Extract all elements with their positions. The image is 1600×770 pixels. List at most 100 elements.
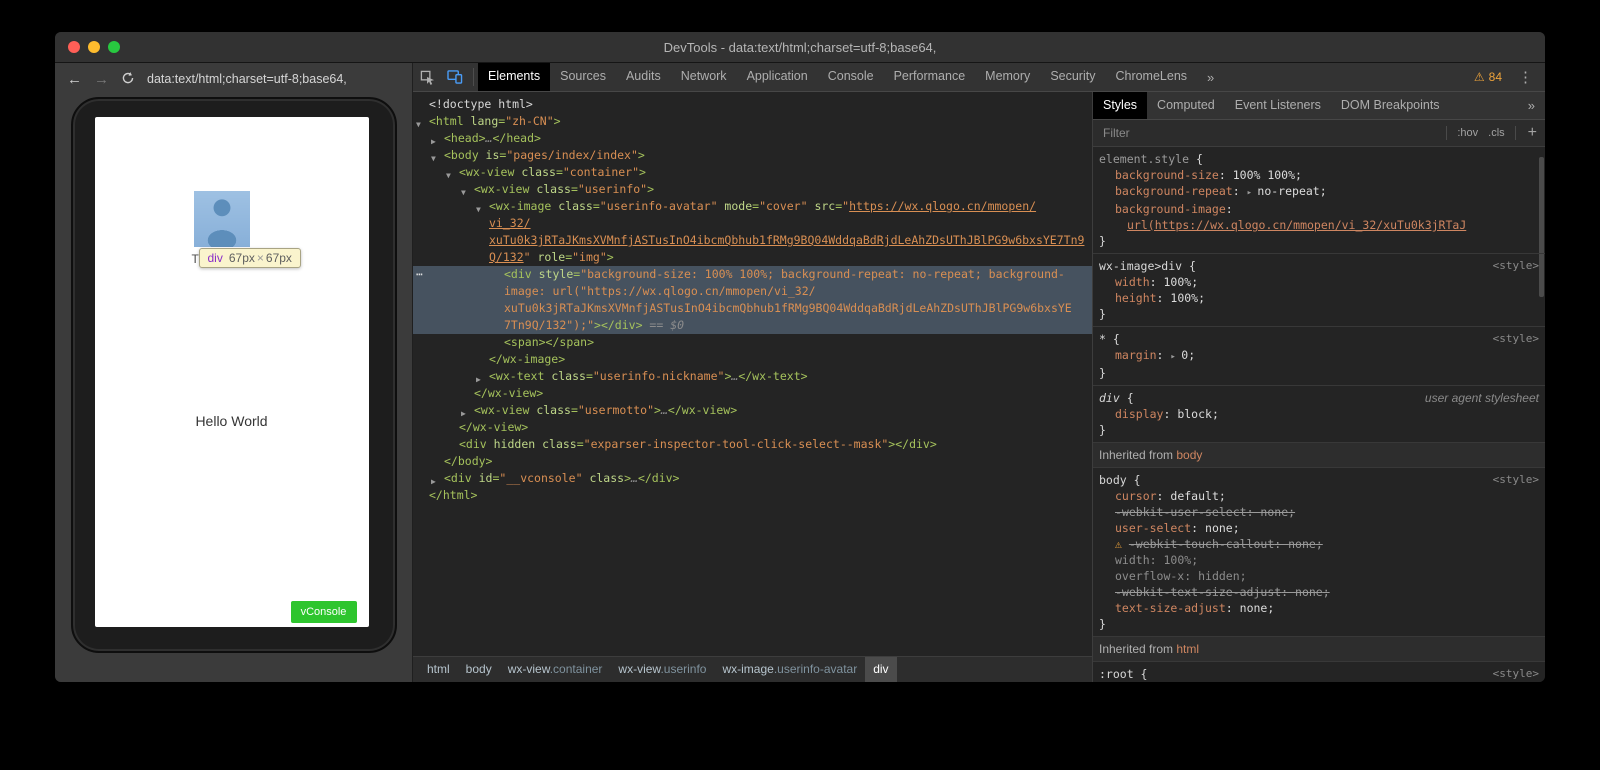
code-token: class (551, 199, 593, 213)
panel-tab-memory[interactable]: Memory (975, 63, 1040, 91)
code-token: > (607, 250, 614, 264)
tree-line[interactable]: <!doctype html> (413, 96, 1092, 113)
back-icon[interactable]: ← (67, 72, 82, 87)
sidebar-tab-computed[interactable]: Computed (1147, 92, 1225, 119)
more-sidebar-tabs-chevron[interactable]: » (1528, 98, 1535, 113)
stylesheet-origin-link[interactable]: user agent stylesheet (1425, 390, 1539, 406)
css-property[interactable]: background-image: (1099, 201, 1539, 217)
tree-expanded-icon[interactable]: ▼ (476, 201, 481, 218)
css-selector[interactable]: body { (1099, 472, 1539, 488)
css-selector[interactable]: :root { (1099, 666, 1539, 682)
cls-toggle[interactable]: .cls (1488, 127, 1505, 139)
stylesheet-origin-link[interactable]: <style> (1493, 258, 1539, 274)
css-property[interactable]: background-repeat: ▸ no-repeat; (1099, 183, 1539, 201)
breadcrumb-item-wx-image[interactable]: wx-image.userinfo-avatar (714, 657, 865, 682)
device-toolbar-icon[interactable] (441, 64, 469, 91)
breadcrumb-item-wx-view[interactable]: wx-view.container (500, 657, 611, 682)
inherited-from-link[interactable]: html (1176, 642, 1199, 656)
stylesheet-origin-link[interactable]: <style> (1493, 472, 1539, 488)
close-window-button[interactable] (68, 41, 80, 53)
tree-line[interactable]: ▼<wx-image class="userinfo-avatar" mode=… (413, 198, 1092, 266)
kebab-menu-icon[interactable]: ⋮ (1518, 68, 1533, 86)
css-selector[interactable]: wx-image>div { (1099, 258, 1539, 274)
tree-line[interactable]: <span></span> (413, 334, 1092, 351)
code-token: "cover" (759, 199, 807, 213)
inspect-element-icon[interactable] (413, 64, 441, 91)
warnings-badge[interactable]: ⚠ 84 (1474, 70, 1502, 84)
code-token: … (631, 471, 638, 485)
panel-tab-elements[interactable]: Elements (478, 63, 550, 91)
panel-tab-audits[interactable]: Audits (616, 63, 671, 91)
css-selector[interactable]: element.style { (1099, 151, 1539, 167)
css-property[interactable]: margin: ▸ 0; (1099, 347, 1539, 365)
address-url[interactable]: data:text/html;charset=utf-8;base64, (147, 72, 347, 86)
css-property[interactable]: user-select: none; (1099, 520, 1539, 536)
inherited-from-link[interactable]: body (1176, 448, 1202, 462)
tree-line[interactable]: </wx-view> (413, 419, 1092, 436)
tree-line[interactable]: ▼<html lang="zh-CN"> (413, 113, 1092, 130)
panel-tab-network[interactable]: Network (671, 63, 737, 91)
tree-line[interactable]: ⋯<div style="background-size: 100% 100%;… (413, 266, 1092, 334)
panel-tabs: ElementsSourcesAuditsNetworkApplicationC… (478, 63, 1197, 91)
avatar-image[interactable] (194, 191, 250, 247)
vconsole-button[interactable]: vConsole (291, 601, 357, 623)
sidebar-tab-styles[interactable]: Styles (1093, 92, 1147, 119)
css-property[interactable]: background-size: 100% 100%; (1099, 167, 1539, 183)
code-token: </wx-view> (668, 403, 737, 417)
minimize-window-button[interactable] (88, 41, 100, 53)
breadcrumb-item-body[interactable]: body (458, 657, 500, 682)
tree-line[interactable]: </wx-view> (413, 385, 1092, 402)
stylesheet-origin-link[interactable]: <style> (1493, 331, 1539, 347)
panel-tab-chromelens[interactable]: ChromeLens (1105, 63, 1197, 91)
panel-tab-console[interactable]: Console (818, 63, 884, 91)
css-property[interactable]: display: block; (1099, 406, 1539, 422)
reload-icon[interactable] (121, 71, 135, 88)
css-property[interactable]: width: 100%; (1099, 552, 1539, 568)
css-property[interactable]: -webkit-user-select: none; (1099, 504, 1539, 520)
tree-line[interactable]: </wx-image> (413, 351, 1092, 368)
breadcrumb-item-div[interactable]: div (865, 657, 896, 682)
breadcrumb-item-wx-view[interactable]: wx-view.userinfo (610, 657, 714, 682)
css-property[interactable]: height: 100%; (1099, 290, 1539, 306)
css-property[interactable]: cursor: default; (1099, 488, 1539, 504)
css-property[interactable]: text-size-adjust: none; (1099, 600, 1539, 616)
breadcrumb-item-html[interactable]: html (419, 657, 458, 682)
devtools-window: DevTools - data:text/html;charset=utf-8;… (55, 32, 1545, 682)
more-panels-chevron[interactable]: » (1207, 70, 1214, 85)
css-selector[interactable]: * { (1099, 331, 1539, 347)
styles-filter-input[interactable] (1101, 125, 1436, 141)
tree-line[interactable]: ▼<wx-view class="userinfo"> (413, 181, 1092, 198)
css-property[interactable]: ⚠ -webkit-touch-callout: none; (1099, 536, 1539, 552)
tree-line[interactable]: ▼<wx-view class="container"> (413, 164, 1092, 181)
overflow-dots-icon[interactable]: ⋯ (416, 266, 424, 283)
panel-tab-application[interactable]: Application (737, 63, 818, 91)
tree-line[interactable]: ▶<div id="__vconsole" class>…</div> (413, 470, 1092, 487)
sidebar-tab-dom-breakpoints[interactable]: DOM Breakpoints (1331, 92, 1450, 119)
simulator-pane: ← → data:text/html;charset=utf-8;base64,… (55, 63, 413, 682)
css-property[interactable]: overflow-x: hidden; (1099, 568, 1539, 584)
css-property[interactable]: -webkit-text-size-adjust: none; (1099, 584, 1539, 600)
panel-tab-performance[interactable]: Performance (884, 63, 976, 91)
filterbar-divider (1515, 126, 1516, 140)
zoom-window-button[interactable] (108, 41, 120, 53)
panel-tab-security[interactable]: Security (1040, 63, 1105, 91)
tree-line[interactable]: ▶<head>…</head> (413, 130, 1092, 147)
panel-tab-sources[interactable]: Sources (550, 63, 616, 91)
code-token: <head> (444, 131, 486, 145)
stylesheet-origin-link[interactable]: <style> (1493, 666, 1539, 682)
hov-toggle[interactable]: :hov (1457, 127, 1478, 139)
tree-line[interactable]: </html> (413, 487, 1092, 504)
tree-line[interactable]: <div hidden class="exparser-inspector-to… (413, 436, 1092, 453)
forward-icon[interactable]: → (94, 72, 109, 87)
tree-line[interactable]: ▼<body is="pages/index/index"> (413, 147, 1092, 164)
code-token: "img" (572, 250, 607, 264)
titlebar[interactable]: DevTools - data:text/html;charset=utf-8;… (55, 32, 1545, 63)
tree-line[interactable]: ▶<wx-view class="usermotto">…</wx-view> (413, 402, 1092, 419)
sidebar-tab-event-listeners[interactable]: Event Listeners (1225, 92, 1331, 119)
new-style-rule-button[interactable]: + (1528, 125, 1537, 141)
code-token: </div> (601, 318, 643, 332)
css-property[interactable]: width: 100%; (1099, 274, 1539, 290)
tree-line[interactable]: </body> (413, 453, 1092, 470)
css-value-link[interactable]: url(https://wx.qlogo.cn/mmopen/vi_32/xuT… (1099, 217, 1539, 233)
tree-line[interactable]: ▶<wx-text class="userinfo-nickname">…</w… (413, 368, 1092, 385)
